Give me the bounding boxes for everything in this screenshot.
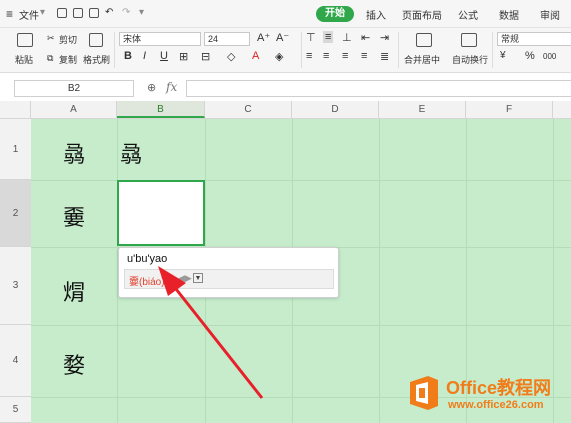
annotation-arrow-icon [158,266,264,399]
watermark: Office教程网 www.office26.com [406,372,566,416]
office-logo-icon [410,376,438,410]
watermark-url: www.office26.com [448,399,544,411]
watermark-title: Office教程网 [446,378,552,398]
